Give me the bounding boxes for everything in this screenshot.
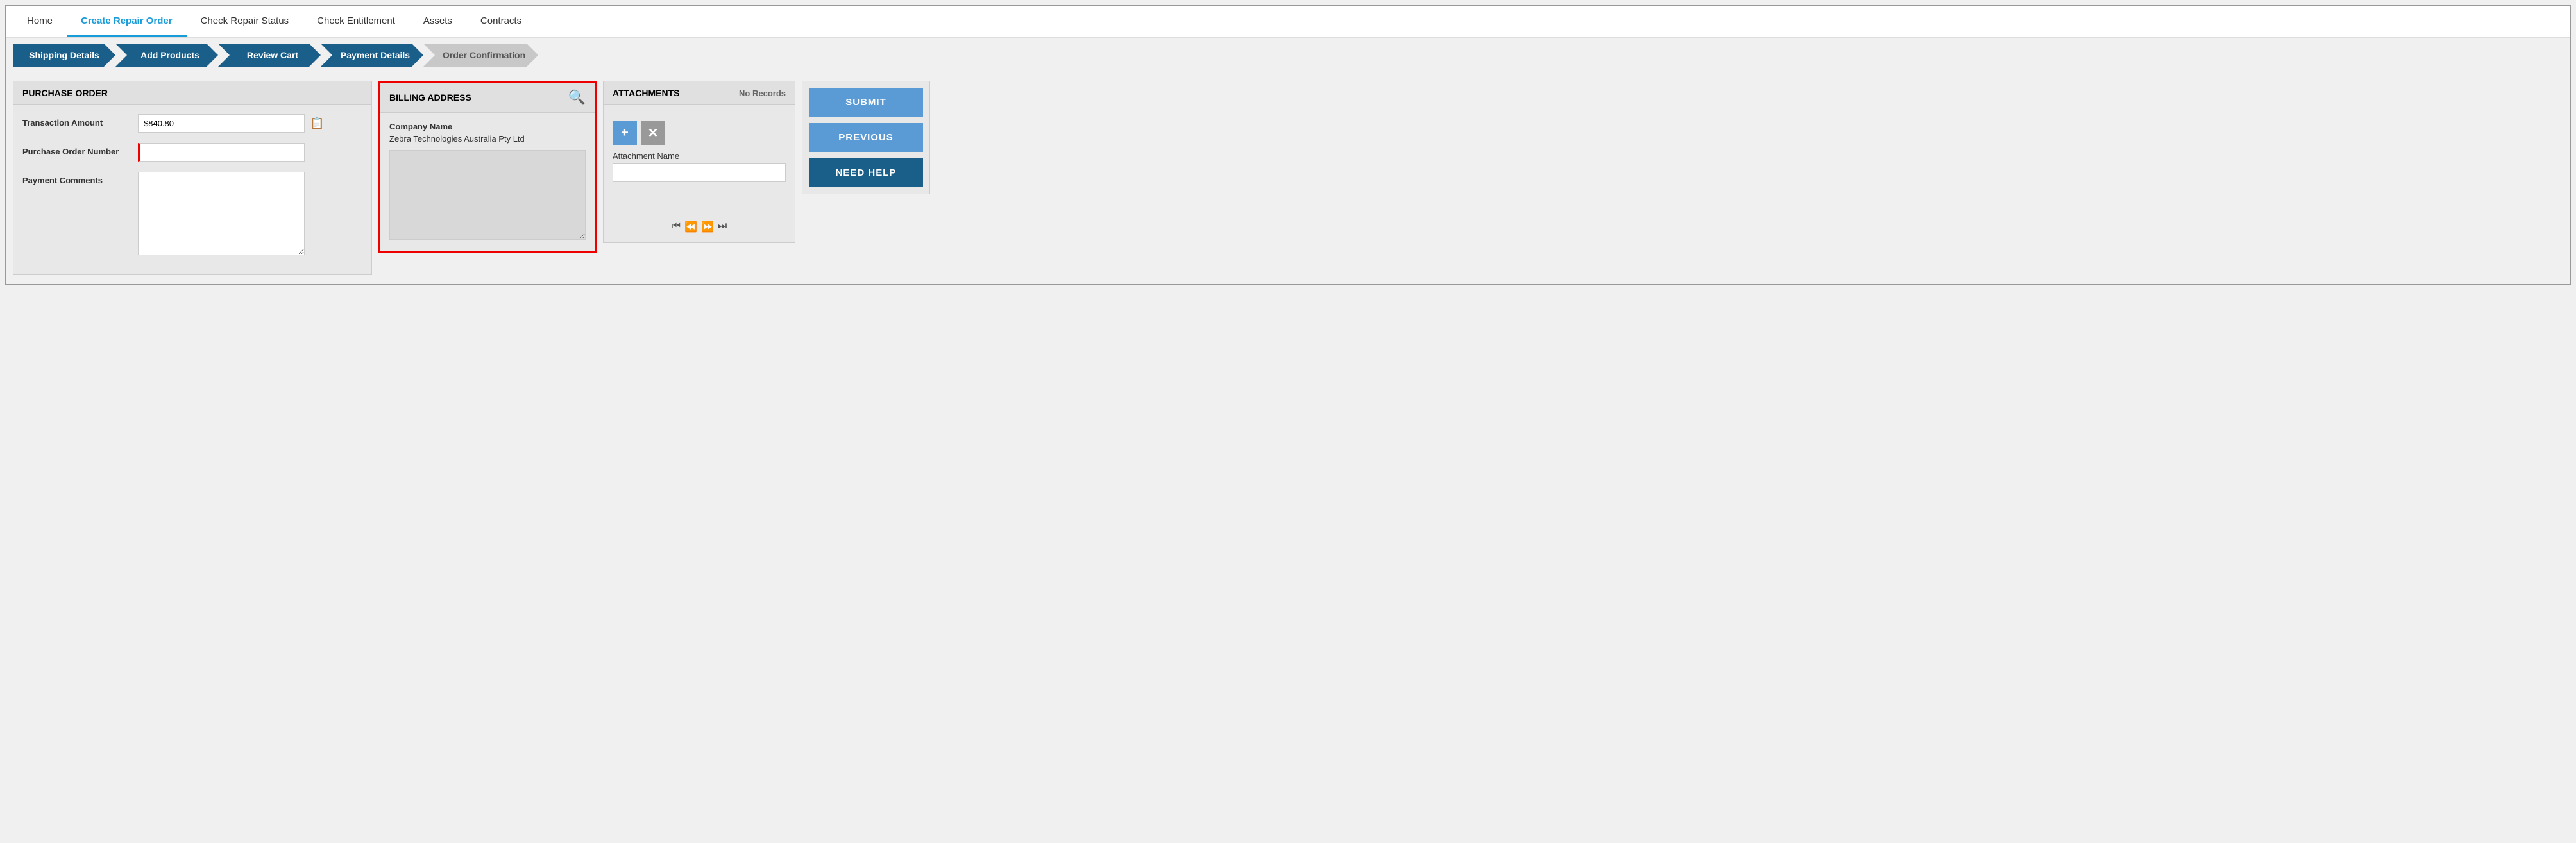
step-review-cart[interactable]: Review Cart <box>218 44 321 67</box>
step-order-confirmation[interactable]: Order Confirmation <box>423 44 538 67</box>
nav-item-assets[interactable]: Assets <box>409 6 466 37</box>
attachments-panel: ATTACHMENTS No Records + ✕ Attachment Na… <box>603 81 795 243</box>
no-records-label: No Records <box>739 88 786 98</box>
step-shipping-details[interactable]: Shipping Details <box>13 44 115 67</box>
nav-item-contracts[interactable]: Contracts <box>466 6 536 37</box>
transaction-amount-row: Transaction Amount 📋 <box>22 114 362 133</box>
purchase-order-number-controls <box>138 143 362 162</box>
attachment-pagination: ⏮ ⏪ ⏩ ⏭ <box>613 221 786 233</box>
nav-item-check-entitlement[interactable]: Check Entitlement <box>303 6 409 37</box>
previous-button[interactable]: PREVIOUS <box>809 123 923 152</box>
nav-item-check-repair-status[interactable]: Check Repair Status <box>187 6 303 37</box>
billing-address-header: BILLING ADDRESS 🔍 <box>380 83 595 113</box>
attach-nav-last[interactable]: ⏭ <box>718 221 727 233</box>
purchase-order-number-label: Purchase Order Number <box>22 143 138 156</box>
purchase-order-header: PURCHASE ORDER <box>13 81 371 105</box>
billing-address-body: Company Name Zebra Technologies Australi… <box>380 113 595 251</box>
attachment-delete-button[interactable]: ✕ <box>641 121 665 145</box>
main-content: PURCHASE ORDER Transaction Amount 📋 Purc… <box>6 72 2570 284</box>
attach-nav-next[interactable]: ⏩ <box>701 221 714 233</box>
billing-address-title: BILLING ADDRESS <box>389 92 471 103</box>
step-add-products[interactable]: Add Products <box>115 44 218 67</box>
transaction-amount-label: Transaction Amount <box>22 114 138 128</box>
transaction-amount-controls: 📋 <box>138 114 362 133</box>
attach-nav-first[interactable]: ⏮ <box>672 221 681 233</box>
attachment-name-input[interactable] <box>613 163 786 182</box>
need-help-button[interactable]: NEED HELP <box>809 158 923 187</box>
billing-address-search-icon[interactable]: 🔍 <box>568 89 586 106</box>
attachment-action-buttons: + ✕ <box>613 121 786 145</box>
transaction-amount-doc-icon[interactable]: 📋 <box>310 117 324 130</box>
attachments-header: ATTACHMENTS No Records <box>604 81 795 105</box>
submit-button[interactable]: SUBMIT <box>809 88 923 117</box>
purchase-order-number-row: Purchase Order Number <box>22 143 362 162</box>
attachments-body: + ✕ Attachment Name ⏮ ⏪ ⏩ ⏭ <box>604 105 795 242</box>
top-navigation: Home Create Repair Order Check Repair St… <box>6 6 2570 38</box>
nav-item-home[interactable]: Home <box>13 6 67 37</box>
billing-address-textarea[interactable] <box>389 150 586 240</box>
purchase-order-body: Transaction Amount 📋 Purchase Order Numb… <box>13 105 371 274</box>
attachment-add-button[interactable]: + <box>613 121 637 145</box>
payment-comments-textarea[interactable] <box>138 172 305 255</box>
attachments-title: ATTACHMENTS <box>613 88 679 98</box>
billing-company-name-value: Zebra Technologies Australia Pty Ltd <box>389 134 586 144</box>
action-panel: SUBMIT PREVIOUS NEED HELP <box>802 81 930 194</box>
billing-address-panel: BILLING ADDRESS 🔍 Company Name Zebra Tec… <box>378 81 597 253</box>
nav-item-create-repair-order[interactable]: Create Repair Order <box>67 6 187 37</box>
attachment-name-label: Attachment Name <box>613 151 786 161</box>
payment-comments-label: Payment Comments <box>22 172 138 185</box>
payment-comments-row: Payment Comments <box>22 172 362 255</box>
attach-nav-prev[interactable]: ⏪ <box>684 221 697 233</box>
billing-company-name-label: Company Name <box>389 122 586 131</box>
purchase-order-panel: PURCHASE ORDER Transaction Amount 📋 Purc… <box>13 81 372 275</box>
step-payment-details[interactable]: Payment Details <box>321 44 423 67</box>
payment-comments-controls <box>138 172 362 255</box>
purchase-order-number-input[interactable] <box>138 143 305 162</box>
transaction-amount-input[interactable] <box>138 114 305 133</box>
stepper: Shipping Details Add Products Review Car… <box>6 38 2570 72</box>
